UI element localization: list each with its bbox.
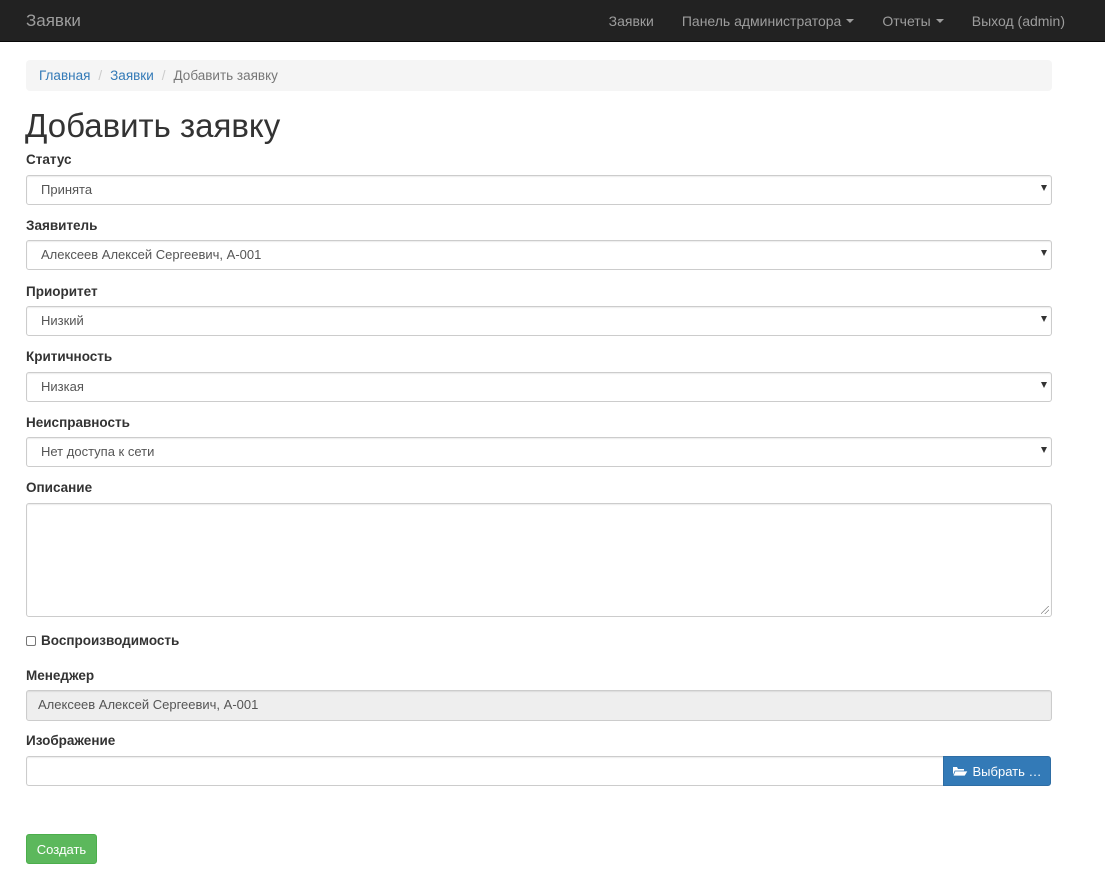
malfunction-select-value: Нет доступа к сети <box>41 444 155 459</box>
nav-item-logout[interactable]: Выход (admin) <box>972 13 1065 29</box>
folder-open-icon <box>952 766 968 776</box>
breadcrumb-requests-link[interactable]: Заявки <box>110 68 154 83</box>
dropdown-arrow-icon <box>1041 185 1047 191</box>
manager-value: Алексеев Алексей Сергеевич, А-001 <box>38 697 259 712</box>
resize-handle-icon[interactable] <box>1041 606 1049 614</box>
nav-item-label: Отчеты <box>882 13 931 29</box>
navbar: Заявки Заявки Панель администратора Отче… <box>0 0 1105 42</box>
breadcrumb-separator: / <box>161 68 166 83</box>
applicant-label: Заявитель <box>26 218 98 233</box>
reproducibility-checkbox[interactable] <box>26 635 36 646</box>
dropdown-arrow-icon <box>1041 250 1047 256</box>
malfunction-select[interactable]: Нет доступа к сети <box>26 437 1052 467</box>
nav-item-reports[interactable]: Отчеты <box>882 13 944 29</box>
create-button-label: Создать <box>36 841 87 857</box>
dropdown-arrow-icon <box>1041 316 1047 322</box>
applicant-select-value: Алексеев Алексей Сергеевич, А-001 <box>41 247 262 262</box>
browse-button-label: Выбрать … <box>972 763 1042 779</box>
reproducibility-row: Воспроизводимость <box>26 633 179 648</box>
caret-down-icon <box>846 19 855 23</box>
page-title: Добавить заявку <box>25 107 281 144</box>
caret-down-icon <box>935 19 944 23</box>
priority-select-value: Низкий <box>41 313 84 328</box>
nav-item-label: Выход (admin) <box>971 13 1065 29</box>
breadcrumb-home-link[interactable]: Главная <box>39 68 90 83</box>
criticality-label: Критичность <box>26 349 113 364</box>
criticality-select[interactable]: Низкая <box>26 372 1052 402</box>
priority-label: Приоритет <box>26 284 98 299</box>
priority-select[interactable]: Низкий <box>26 306 1052 336</box>
breadcrumb-separator: / <box>98 68 103 83</box>
image-file-input[interactable] <box>26 756 944 786</box>
criticality-select-value: Низкая <box>41 379 84 394</box>
nav-item-requests[interactable]: Заявки <box>609 13 654 29</box>
nav-item-admin-panel[interactable]: Панель администратора <box>682 13 855 29</box>
navbar-brand[interactable]: Заявки <box>26 11 81 31</box>
status-select[interactable]: Принята <box>26 175 1052 205</box>
navbar-menu: Заявки Панель администратора Отчеты Выхо… <box>581 0 1065 42</box>
status-label: Статус <box>26 152 72 167</box>
breadcrumb-current: Добавить заявку <box>173 68 278 83</box>
nav-item-label: Заявки <box>608 13 654 29</box>
dropdown-arrow-icon <box>1041 382 1047 388</box>
status-select-value: Принята <box>41 182 93 197</box>
create-button[interactable]: Создать <box>26 834 97 864</box>
nav-item-label: Панель администратора <box>681 13 842 29</box>
breadcrumb: Главная / Заявки / Добавить заявку <box>26 60 1052 91</box>
malfunction-label: Неисправность <box>26 415 130 430</box>
applicant-select[interactable]: Алексеев Алексей Сергеевич, А-001 <box>26 240 1052 270</box>
image-label: Изображение <box>26 733 116 748</box>
dropdown-arrow-icon <box>1041 447 1047 453</box>
description-textarea[interactable] <box>26 503 1052 617</box>
reproducibility-label[interactable]: Воспроизводимость <box>41 633 179 648</box>
manager-field: Алексеев Алексей Сергеевич, А-001 <box>26 690 1052 721</box>
manager-label: Менеджер <box>26 668 95 683</box>
browse-button[interactable]: Выбрать … <box>943 756 1051 786</box>
description-label: Описание <box>26 480 93 495</box>
